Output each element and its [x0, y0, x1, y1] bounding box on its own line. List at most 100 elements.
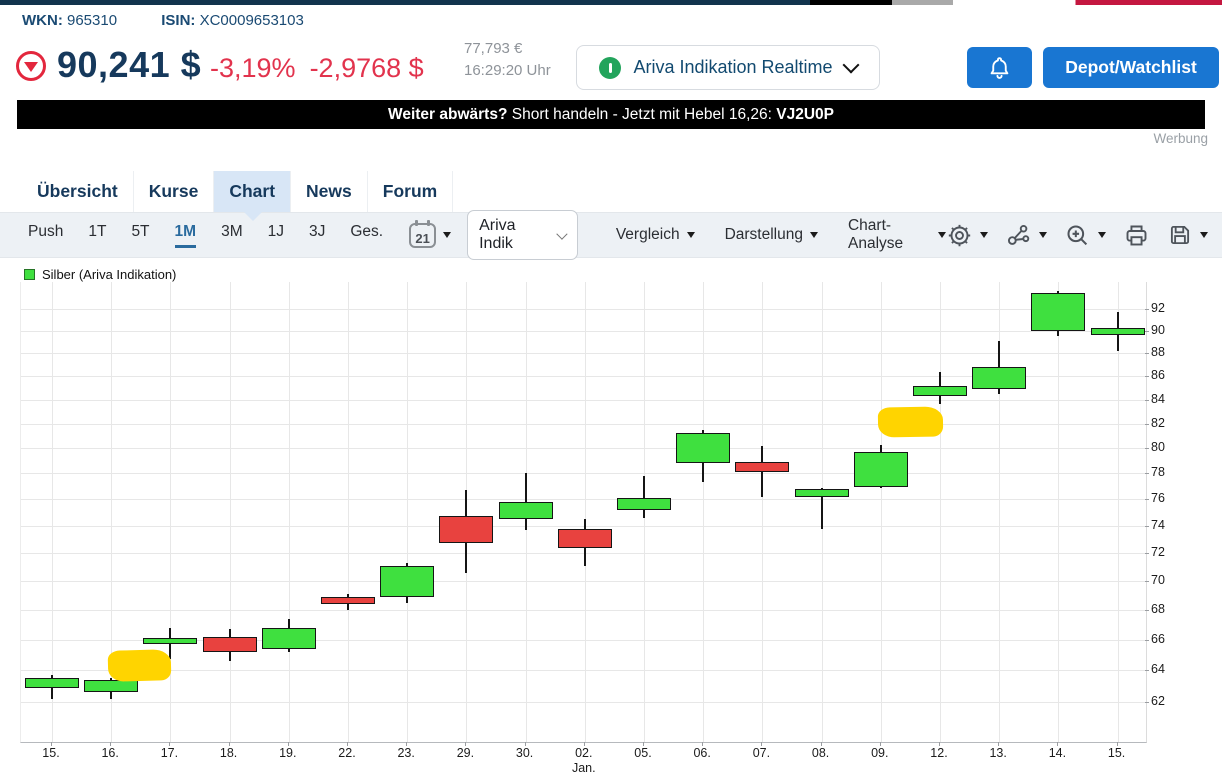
candle [854, 452, 908, 488]
depot-watchlist-button[interactable]: Depot/Watchlist [1043, 47, 1219, 88]
range-1m[interactable]: 1M [175, 223, 197, 248]
realtime-source-dropdown[interactable]: Ariva Indikation Realtime [576, 45, 880, 90]
vergleich-menu[interactable]: Vergleich [616, 226, 695, 244]
price-change: -3,19%-2,9768 $ [210, 53, 438, 84]
candle [1031, 293, 1085, 331]
x-tick-label: 12. [917, 746, 961, 760]
y-tick-label: 70 [1151, 573, 1165, 587]
x-tick-label: 05. [621, 746, 665, 760]
caret-down-icon [1039, 232, 1047, 238]
y-tick [1145, 353, 1149, 354]
plot-area[interactable] [20, 282, 1147, 743]
candle [913, 386, 967, 397]
range-5t[interactable]: 5T [131, 223, 149, 248]
x-tick-label: 14. [1035, 746, 1079, 760]
date-range-picker[interactable]: 21 [409, 223, 451, 248]
status-dot-icon [599, 57, 621, 79]
tab-forum[interactable]: Forum [368, 171, 453, 212]
darstellung-menu[interactable]: Darstellung [725, 226, 818, 244]
tab-kurse[interactable]: Kurse [134, 171, 215, 212]
x-tick-label: 07. [739, 746, 783, 760]
x-tick-label: 13. [976, 746, 1020, 760]
indicators-button[interactable] [1005, 222, 1047, 249]
gridline [21, 309, 1146, 310]
candle [25, 678, 79, 688]
tab-übersicht[interactable]: Übersicht [22, 171, 134, 212]
x-month-label: Jan. [562, 761, 606, 775]
ad-disclaimer: Werbung [1153, 131, 1208, 146]
wkn-value: 965310 [67, 12, 117, 29]
range-3m[interactable]: 3M [221, 223, 243, 248]
range-1t[interactable]: 1T [88, 223, 106, 248]
active-tab-notch [244, 212, 262, 221]
y-tick [1145, 473, 1149, 474]
save-button[interactable] [1167, 222, 1208, 248]
gridline [21, 610, 1146, 611]
x-tick-label: 23. [384, 746, 428, 760]
candle [558, 529, 612, 548]
y-tick-label: 62 [1151, 694, 1165, 708]
y-tick [1145, 610, 1149, 611]
range-push[interactable]: Push [28, 223, 63, 248]
down-triangle [24, 62, 38, 72]
y-tick [1145, 448, 1149, 449]
gridline [703, 282, 704, 742]
y-tick [1145, 331, 1149, 332]
calendar-icon: 21 [409, 223, 436, 248]
y-tick-label: 88 [1151, 345, 1165, 359]
y-tick-label: 86 [1151, 368, 1165, 382]
instrument-select[interactable]: Ariva Indik [467, 210, 578, 260]
legend-swatch [24, 269, 35, 280]
candle [1091, 328, 1145, 336]
caret-down-icon [810, 232, 818, 238]
top-edge-strip [0, 0, 1222, 5]
highlight-mark [878, 406, 944, 437]
print-button[interactable] [1123, 222, 1150, 249]
settings-button[interactable] [946, 222, 988, 249]
settings-icon [946, 222, 973, 249]
chart-region: 6264666870727476788082848688909215.16.17… [0, 282, 1222, 782]
instrument-ids: WKN: 965310 ISIN: XC0009653103 [22, 12, 304, 29]
zoom-button[interactable] [1064, 222, 1106, 249]
tab-chart[interactable]: Chart [214, 171, 291, 212]
tab-news[interactable]: News [291, 171, 368, 212]
toolbar-icon-buttons [946, 222, 1208, 249]
y-tick-label: 92 [1151, 301, 1165, 315]
change-absolute: -2,9768 $ [310, 53, 424, 83]
x-tick-label: 19. [266, 746, 310, 760]
bell-icon [987, 55, 1012, 80]
y-tick [1145, 581, 1149, 582]
ad-banner[interactable]: Weiter abwärts? Short handeln - Jetzt mi… [17, 100, 1205, 129]
x-tick-label: 29. [443, 746, 487, 760]
alert-bell-button[interactable] [967, 47, 1032, 88]
y-tick-label: 64 [1151, 662, 1165, 676]
gridline [21, 473, 1146, 474]
chevron-down-icon [842, 56, 859, 73]
candle [439, 516, 493, 543]
save-icon [1167, 222, 1193, 248]
current-price: 90,241 $ [57, 44, 201, 86]
candle [972, 367, 1026, 389]
x-tick-label: 08. [799, 746, 843, 760]
range-1j[interactable]: 1J [268, 223, 284, 248]
gridline [585, 282, 586, 742]
chart-legend: Silber (Ariva Indikation) [24, 267, 176, 282]
range-ges[interactable]: Ges. [350, 223, 383, 248]
menu-label: Chart-Analyse [848, 217, 931, 253]
chart-analyse-menu[interactable]: Chart-Analyse [848, 217, 946, 253]
x-tick-label: 15. [29, 746, 73, 760]
y-tick-label: 78 [1151, 465, 1165, 479]
range-3j[interactable]: 3J [309, 223, 325, 248]
indicators-icon [1005, 222, 1032, 249]
x-tick-label: 18. [207, 746, 251, 760]
quote-time: 16:29:20 Uhr [464, 62, 551, 79]
caret-down-icon [938, 232, 946, 238]
gridline [1058, 282, 1059, 742]
ad-banner-text: Short handeln - Jetzt mit Hebel 16,26: [507, 106, 776, 123]
y-tick [1145, 376, 1149, 377]
caret-down-icon [1098, 232, 1106, 238]
candle [143, 638, 197, 644]
y-tick [1145, 526, 1149, 527]
down-arrow-circle-icon [16, 51, 46, 81]
ad-banner-lead: Weiter abwärts? [388, 106, 507, 123]
